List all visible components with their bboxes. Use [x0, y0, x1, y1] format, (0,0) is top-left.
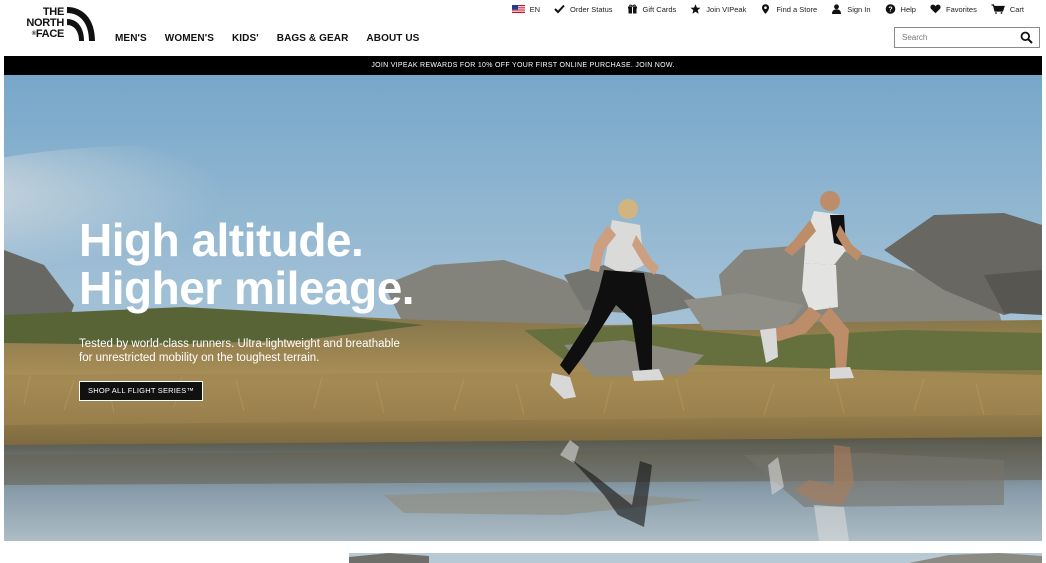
hero-subtitle: Tested by world-class runners. Ultra-lig…: [79, 337, 439, 365]
nav-bags-gear[interactable]: BAGS & GEAR: [277, 33, 349, 44]
logo-line-face: ®FACE: [20, 28, 65, 40]
find-store-link[interactable]: Find a Store: [760, 4, 817, 14]
cart-label: Cart: [1009, 4, 1024, 14]
sign-in-link[interactable]: Sign In: [831, 4, 871, 14]
svg-text:?: ?: [888, 7, 892, 14]
star-icon: [690, 4, 701, 14]
search-input[interactable]: [895, 28, 1013, 47]
logo-face-text: FACE: [35, 28, 64, 40]
join-vipeak-label: Join VIPeak: [706, 4, 747, 14]
heart-icon: [930, 4, 941, 14]
nav-womens[interactable]: WOMEN'S: [165, 33, 214, 44]
help-link[interactable]: ? Help: [885, 4, 916, 14]
order-status-link[interactable]: Order Status: [554, 4, 613, 14]
cart-icon: [991, 4, 1005, 14]
hero-headline: High altitude. Higher mileage.: [79, 214, 415, 314]
find-store-label: Find a Store: [776, 4, 818, 14]
logo-wordmark: THE NORTH ®FACE: [20, 7, 64, 40]
hero-banner[interactable]: High altitude. Higher mileage. Tested by…: [4, 75, 1042, 541]
shop-flight-series-button[interactable]: SHOP ALL FLIGHT SERIES™: [79, 381, 204, 401]
half-dome-logo-icon: [67, 7, 95, 41]
nav-mens[interactable]: MEN'S: [115, 33, 147, 44]
order-status-label: Order Status: [570, 4, 613, 14]
user-icon: [832, 4, 842, 14]
us-flag-icon: [511, 5, 525, 13]
next-promo-tile-image[interactable]: [349, 553, 1042, 563]
brand-logo[interactable]: THE NORTH ®FACE: [20, 7, 96, 43]
utility-navigation: EN Order Status Gift Cards Join VIPeak F…: [511, 4, 1024, 14]
join-vipeak-link[interactable]: Join VIPeak: [690, 4, 746, 14]
search-box: [894, 27, 1040, 48]
hero-subtitle-line1: Tested by world-class runners. Ultra-lig…: [79, 338, 400, 350]
gift-cards-link[interactable]: Gift Cards: [627, 4, 677, 14]
help-icon: ?: [885, 4, 895, 14]
hero-subtitle-line2: for unrestricted mobility on the toughes…: [79, 352, 320, 364]
nav-about-us[interactable]: ABOUT US: [366, 33, 419, 44]
help-label: Help: [900, 4, 916, 14]
sign-in-label: Sign In: [847, 4, 871, 14]
favorites-label: Favorites: [945, 4, 977, 14]
promo-banner[interactable]: JOIN VIPEAK REWARDS FOR 10% OFF YOUR FIR…: [4, 56, 1042, 75]
language-label: EN: [529, 4, 540, 14]
location-pin-icon: [762, 4, 770, 14]
hero-headline-line2: Higher mileage.: [79, 262, 415, 314]
language-selector[interactable]: EN: [511, 4, 540, 14]
checkmark-icon: [554, 4, 565, 14]
gift-cards-label: Gift Cards: [642, 4, 677, 14]
favorites-link[interactable]: Favorites: [930, 4, 977, 14]
cart-link[interactable]: Cart: [991, 4, 1024, 14]
site-header: THE NORTH ®FACE MEN'S WOMEN'S KIDS' BAGS…: [0, 0, 1046, 55]
search-icon[interactable]: [1020, 31, 1033, 44]
gift-icon: [627, 4, 637, 14]
nav-kids[interactable]: KIDS': [232, 33, 259, 44]
main-navigation: MEN'S WOMEN'S KIDS' BAGS & GEAR ABOUT US: [115, 33, 419, 44]
hero-headline-line1: High altitude.: [79, 214, 364, 266]
